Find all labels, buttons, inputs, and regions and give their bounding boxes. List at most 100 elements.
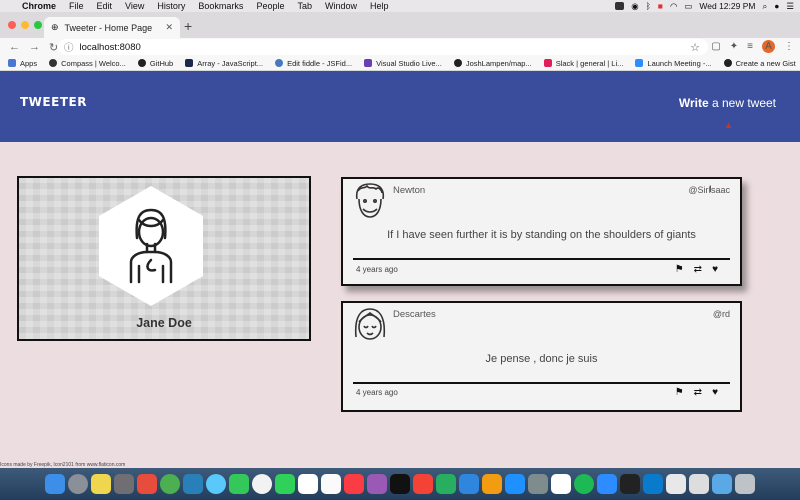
tweet-content: If I have seen further it is by standing…	[387, 229, 696, 241]
folder-icon[interactable]	[712, 474, 732, 494]
vscode-icon[interactable]	[643, 474, 663, 494]
close-window-button[interactable]	[8, 21, 16, 29]
bookmark-vscode-live[interactable]: Visual Studio Live...	[364, 59, 442, 68]
address-url[interactable]: localhost:8080	[80, 42, 141, 53]
control-center-icon[interactable]: ☰	[786, 1, 794, 12]
forward-icon[interactable]: →	[29, 41, 40, 53]
profile-avatar[interactable]: A	[762, 40, 775, 53]
woman-avatar-icon	[354, 308, 386, 340]
puzzle-icon[interactable]: ✦	[730, 41, 738, 52]
notes-icon[interactable]	[91, 474, 111, 494]
search-icon[interactable]: ⌕	[762, 1, 767, 12]
clock[interactable]: Wed 12:29 PM	[699, 1, 755, 11]
app-store-icon[interactable]	[505, 474, 525, 494]
flag-icon[interactable]: ⚑	[675, 264, 684, 275]
preview-icon[interactable]	[666, 474, 686, 494]
github-icon	[723, 59, 732, 67]
bookmark-slack[interactable]: Slack | general | Li...	[543, 59, 623, 68]
zoom-icon[interactable]	[597, 474, 617, 494]
app-logo[interactable]: TWEETER	[20, 95, 87, 109]
numbers-icon[interactable]	[436, 474, 456, 494]
reminders-icon[interactable]	[321, 474, 341, 494]
launchpad-icon[interactable]	[68, 474, 88, 494]
document-icon[interactable]	[689, 474, 709, 494]
menu-window[interactable]: Window	[325, 1, 357, 11]
bookmark-launch-meeting[interactable]: Launch Meeting -...	[635, 59, 712, 68]
messages-icon[interactable]	[229, 474, 249, 494]
trash-icon[interactable]	[735, 474, 755, 494]
bookmark-star-icon[interactable]: ☆	[690, 41, 700, 54]
flag-icon[interactable]: ■	[658, 1, 663, 11]
record-icon[interactable]: ◉	[631, 1, 638, 12]
bookmark-array[interactable]: Array - JavaScript...	[185, 59, 263, 68]
extension-icon[interactable]: ▢	[711, 41, 720, 52]
tweet-actions: ⚑ ⇄ ♥	[675, 264, 718, 275]
system-icon[interactable]	[114, 474, 134, 494]
menu-tab[interactable]: Tab	[297, 1, 312, 11]
app-icon[interactable]	[183, 474, 203, 494]
menu-app-name[interactable]: Chrome	[22, 1, 56, 11]
back-icon[interactable]: ←	[9, 41, 20, 53]
menu-bookmarks[interactable]: Bookmarks	[198, 1, 243, 11]
bookmark-gist[interactable]: Create a new Gist	[723, 59, 796, 68]
bookmark-compass[interactable]: Compass | Welco...	[49, 59, 126, 68]
bookmark-github[interactable]: GitHub	[137, 59, 173, 68]
macos-dock	[0, 468, 800, 500]
new-tab-button[interactable]: +	[184, 18, 192, 34]
slack-icon[interactable]	[551, 474, 571, 494]
info-icon[interactable]: ⓘ	[64, 40, 74, 54]
keynote-icon[interactable]	[459, 474, 479, 494]
wifi-icon[interactable]: ◠	[670, 1, 677, 12]
retweet-icon[interactable]: ⇄	[694, 387, 702, 398]
menu-file[interactable]: File	[69, 1, 84, 11]
chrome-icon[interactable]	[160, 474, 180, 494]
photos-icon[interactable]	[252, 474, 272, 494]
messenger-icon[interactable]	[206, 474, 226, 494]
podcasts-icon[interactable]	[367, 474, 387, 494]
globe-icon: ⊕	[51, 22, 59, 32]
flag-icon[interactable]: ⚑	[675, 387, 684, 398]
finder-icon[interactable]	[45, 474, 65, 494]
calendar-date-icon[interactable]	[298, 474, 318, 494]
music-icon[interactable]	[344, 474, 364, 494]
heart-icon[interactable]: ♥	[712, 387, 718, 398]
bookmark-apps[interactable]: Apps	[8, 59, 37, 68]
menu-view[interactable]: View	[125, 1, 144, 11]
more-menu-icon[interactable]: ⋮	[784, 41, 794, 52]
close-tab-icon[interactable]: ✕	[165, 22, 173, 33]
write-rest-label: a new tweet	[708, 96, 776, 110]
zoom-window-button[interactable]	[34, 21, 42, 29]
battery-icon[interactable]: ▭	[684, 1, 692, 12]
address-bar[interactable]: ⓘ localhost:8080 ☆	[58, 39, 708, 55]
facetime-icon[interactable]	[275, 474, 295, 494]
terminal-icon[interactable]	[620, 474, 640, 494]
calendar-icon[interactable]	[137, 474, 157, 494]
menu-help[interactable]: Help	[370, 1, 389, 11]
menu-people[interactable]: People	[256, 1, 284, 11]
news-icon[interactable]	[413, 474, 433, 494]
media-icon[interactable]: ≡	[747, 41, 753, 52]
bookmark-joshlampen[interactable]: JoshLampen/map...	[453, 59, 532, 68]
github-icon	[137, 59, 146, 67]
bluetooth-icon[interactable]: ᛒ	[646, 1, 651, 11]
menu-edit[interactable]: Edit	[97, 1, 113, 11]
retweet-icon[interactable]: ⇄	[694, 264, 702, 275]
siri-icon[interactable]: ●	[774, 1, 779, 11]
man-avatar-icon	[355, 183, 385, 218]
menu-history[interactable]: History	[157, 1, 185, 11]
reload-icon[interactable]: ↻	[49, 41, 58, 54]
woman-avatar-icon	[129, 208, 173, 284]
toggle-arrow-icon[interactable]: ▲	[724, 120, 733, 130]
tv-icon[interactable]	[390, 474, 410, 494]
pages-icon[interactable]	[482, 474, 502, 494]
settings-icon[interactable]	[528, 474, 548, 494]
minimize-window-button[interactable]	[21, 21, 29, 29]
bookmark-jsfiddle[interactable]: Edit fiddle - JSFid...	[275, 59, 352, 68]
browser-tabstrip: ⊕ Tweeter - Home Page ✕ +	[0, 12, 800, 38]
tab-title: Tweeter - Home Page	[64, 22, 153, 33]
status-app-icon[interactable]	[615, 2, 625, 10]
heart-icon[interactable]: ♥	[712, 264, 718, 275]
spotify-icon[interactable]	[574, 474, 594, 494]
tab-home[interactable]: ⊕ Tweeter - Home Page ✕	[44, 17, 180, 38]
write-tweet-button[interactable]: Write a new tweet	[679, 96, 776, 110]
